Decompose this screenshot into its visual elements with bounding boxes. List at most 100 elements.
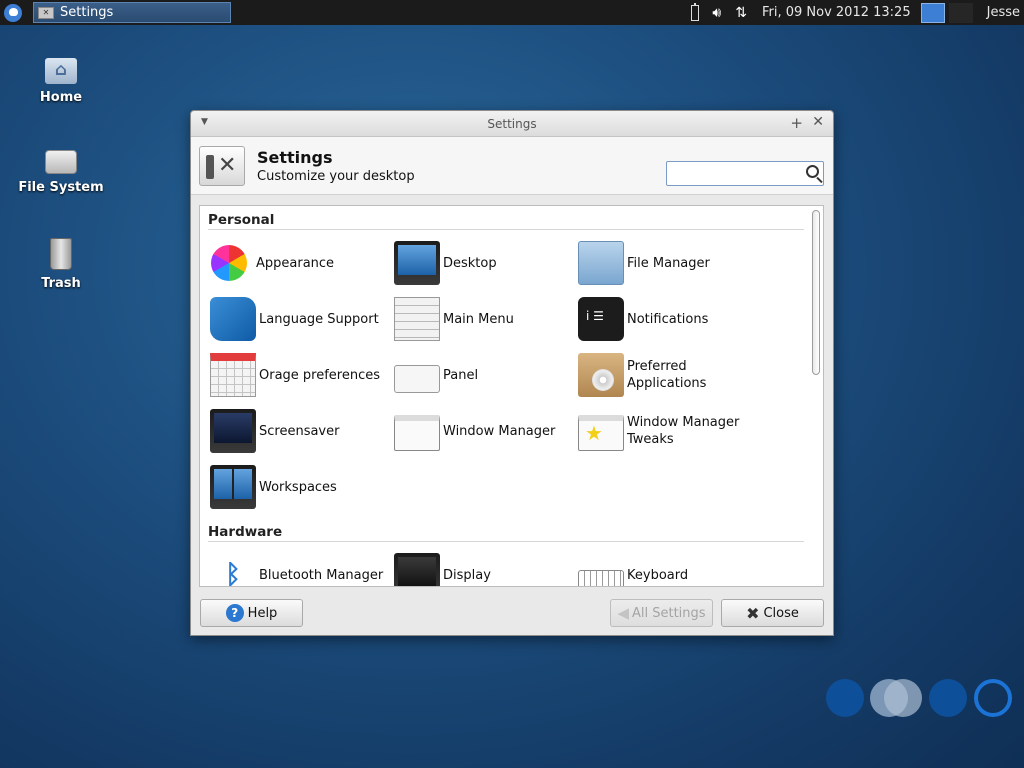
header-subtitle: Customize your desktop bbox=[257, 168, 415, 184]
settings-item-label: Keyboard bbox=[627, 567, 689, 583]
screensaver-icon bbox=[210, 409, 256, 453]
close-button-label: Close bbox=[763, 605, 799, 621]
desktop-icon-label: Trash bbox=[41, 276, 81, 291]
settings-item-label: Window Manager Tweaks bbox=[627, 415, 740, 447]
settings-item-label: Panel bbox=[443, 367, 479, 383]
panel-icon bbox=[394, 365, 440, 393]
settings-item-label: Main Menu bbox=[443, 311, 514, 327]
display-icon bbox=[394, 553, 440, 586]
settings-header: ✕ Settings Customize your desktop bbox=[191, 137, 833, 195]
decorative-circle bbox=[884, 679, 922, 717]
section-divider bbox=[208, 229, 804, 230]
settings-icon: ✕ bbox=[38, 6, 54, 19]
desktop-icon-home[interactable]: Home bbox=[11, 58, 111, 105]
settings-item-panel[interactable]: Panel bbox=[394, 352, 578, 398]
home-folder-icon bbox=[45, 58, 77, 84]
settings-item-language-support[interactable]: Language Support bbox=[210, 296, 394, 342]
preferred-applications-icon bbox=[578, 353, 624, 397]
back-arrow-icon: ◀ bbox=[617, 604, 629, 622]
settings-window: ▼ Settings + ✕ ✕ Settings Customize your… bbox=[190, 110, 834, 636]
decorative-circle bbox=[974, 679, 1012, 717]
window-titlebar[interactable]: ▼ Settings + ✕ bbox=[191, 111, 833, 137]
search-icon[interactable] bbox=[806, 165, 819, 178]
bluetooth-icon: ᛒ bbox=[225, 560, 241, 587]
battery-icon[interactable] bbox=[691, 2, 700, 21]
settings-item-workspaces[interactable]: Workspaces bbox=[210, 464, 394, 510]
taskbar-button-settings[interactable]: ✕ Settings bbox=[33, 2, 231, 23]
help-button-label: Help bbox=[247, 605, 278, 621]
all-settings-button-label: All Settings bbox=[631, 605, 706, 621]
close-x-icon: ✖ bbox=[746, 603, 760, 623]
drive-icon bbox=[45, 150, 77, 174]
settings-item-appearance[interactable]: Appearance bbox=[210, 240, 394, 286]
settings-item-display[interactable]: Display bbox=[394, 552, 578, 586]
settings-item-label: Bluetooth Manager bbox=[259, 567, 384, 583]
notifications-icon bbox=[578, 297, 624, 341]
search-box[interactable] bbox=[666, 161, 824, 186]
system-tray: 🔊︎ ⇅ Fri, 09 Nov 2012 13:25 Jesse bbox=[691, 0, 1024, 25]
window-manager-icon bbox=[394, 415, 440, 451]
section-divider bbox=[208, 541, 804, 542]
workspace-1[interactable] bbox=[920, 2, 945, 23]
workspace-2[interactable] bbox=[948, 2, 973, 23]
help-icon: ? bbox=[225, 604, 244, 622]
settings-item-label: Screensaver bbox=[259, 423, 340, 439]
applications-menu-button[interactable] bbox=[0, 0, 26, 25]
desktop-icon-trash[interactable]: Trash bbox=[11, 238, 111, 291]
header-title: Settings bbox=[257, 147, 333, 167]
xfce-logo-icon bbox=[4, 3, 22, 22]
settings-item-label: Orage preferences bbox=[259, 367, 381, 383]
desktop-icon-file-system[interactable]: File System bbox=[11, 150, 111, 195]
language-support-icon bbox=[210, 297, 256, 341]
settings-item-keyboard[interactable]: Keyboard bbox=[578, 552, 762, 586]
network-icon[interactable]: ⇅ bbox=[735, 5, 747, 21]
settings-item-bluetooth-manager[interactable]: ᛒ Bluetooth Manager bbox=[210, 552, 394, 587]
desktop-icon bbox=[394, 241, 440, 285]
desktop-icon-label: Home bbox=[39, 90, 83, 105]
settings-item-desktop[interactable]: Desktop bbox=[394, 240, 578, 286]
main-menu-icon bbox=[394, 297, 440, 341]
search-input[interactable] bbox=[671, 163, 801, 184]
clock[interactable]: Fri, 09 Nov 2012 13:25 bbox=[762, 5, 911, 20]
file-manager-icon bbox=[578, 241, 624, 285]
settings-item-orage-preferences[interactable]: Orage preferences bbox=[210, 352, 394, 398]
section-title-hardware: Hardware bbox=[208, 524, 283, 540]
scrollbar-thumb[interactable] bbox=[812, 210, 820, 375]
settings-item-label: Desktop bbox=[443, 255, 497, 271]
window-menu-icon[interactable]: ▼ bbox=[201, 117, 208, 127]
user-name[interactable]: Jesse bbox=[987, 5, 1020, 20]
maximize-icon[interactable]: + bbox=[790, 114, 803, 132]
desktop-icon-label: File System bbox=[18, 180, 104, 195]
settings-item-window-manager[interactable]: Window Manager bbox=[394, 408, 578, 454]
decorative-circle bbox=[826, 679, 864, 717]
settings-item-notifications[interactable]: Notifications bbox=[578, 296, 762, 342]
settings-item-file-manager[interactable]: File Manager bbox=[578, 240, 762, 286]
window-manager-tweaks-icon bbox=[578, 415, 624, 451]
top-panel: ✕ Settings 🔊︎ ⇅ Fri, 09 Nov 2012 13:25 J… bbox=[0, 0, 1024, 25]
close-icon[interactable]: ✕ bbox=[812, 114, 824, 130]
workspaces-icon bbox=[210, 465, 256, 509]
volume-icon[interactable]: 🔊︎ bbox=[712, 5, 721, 21]
settings-tools-icon: ✕ bbox=[199, 145, 245, 186]
settings-item-label: Language Support bbox=[259, 311, 379, 327]
help-button[interactable]: ? Help bbox=[200, 599, 303, 627]
settings-item-label: Workspaces bbox=[259, 479, 337, 495]
all-settings-button[interactable]: ◀ All Settings bbox=[610, 599, 713, 627]
appearance-icon bbox=[211, 245, 247, 281]
settings-item-window-manager-tweaks[interactable]: Window Manager Tweaks bbox=[578, 408, 762, 454]
settings-item-main-menu[interactable]: Main Menu bbox=[394, 296, 578, 342]
settings-item-label: Appearance bbox=[256, 255, 335, 271]
vertical-scrollbar[interactable] bbox=[811, 208, 821, 584]
settings-item-preferred-applications[interactable]: Preferred Applications bbox=[578, 352, 762, 398]
calendar-icon bbox=[210, 353, 256, 397]
section-title-personal: Personal bbox=[208, 212, 275, 228]
window-title: Settings bbox=[487, 116, 537, 131]
settings-item-screensaver[interactable]: Screensaver bbox=[210, 408, 394, 454]
settings-item-label: Preferred Applications bbox=[627, 359, 707, 391]
decorative-circle bbox=[929, 679, 967, 717]
settings-item-label: Window Manager bbox=[443, 423, 556, 439]
keyboard-icon bbox=[578, 570, 624, 586]
settings-item-label: Display bbox=[443, 567, 491, 583]
trash-icon bbox=[50, 238, 72, 270]
close-button[interactable]: ✖ Close bbox=[721, 599, 824, 627]
